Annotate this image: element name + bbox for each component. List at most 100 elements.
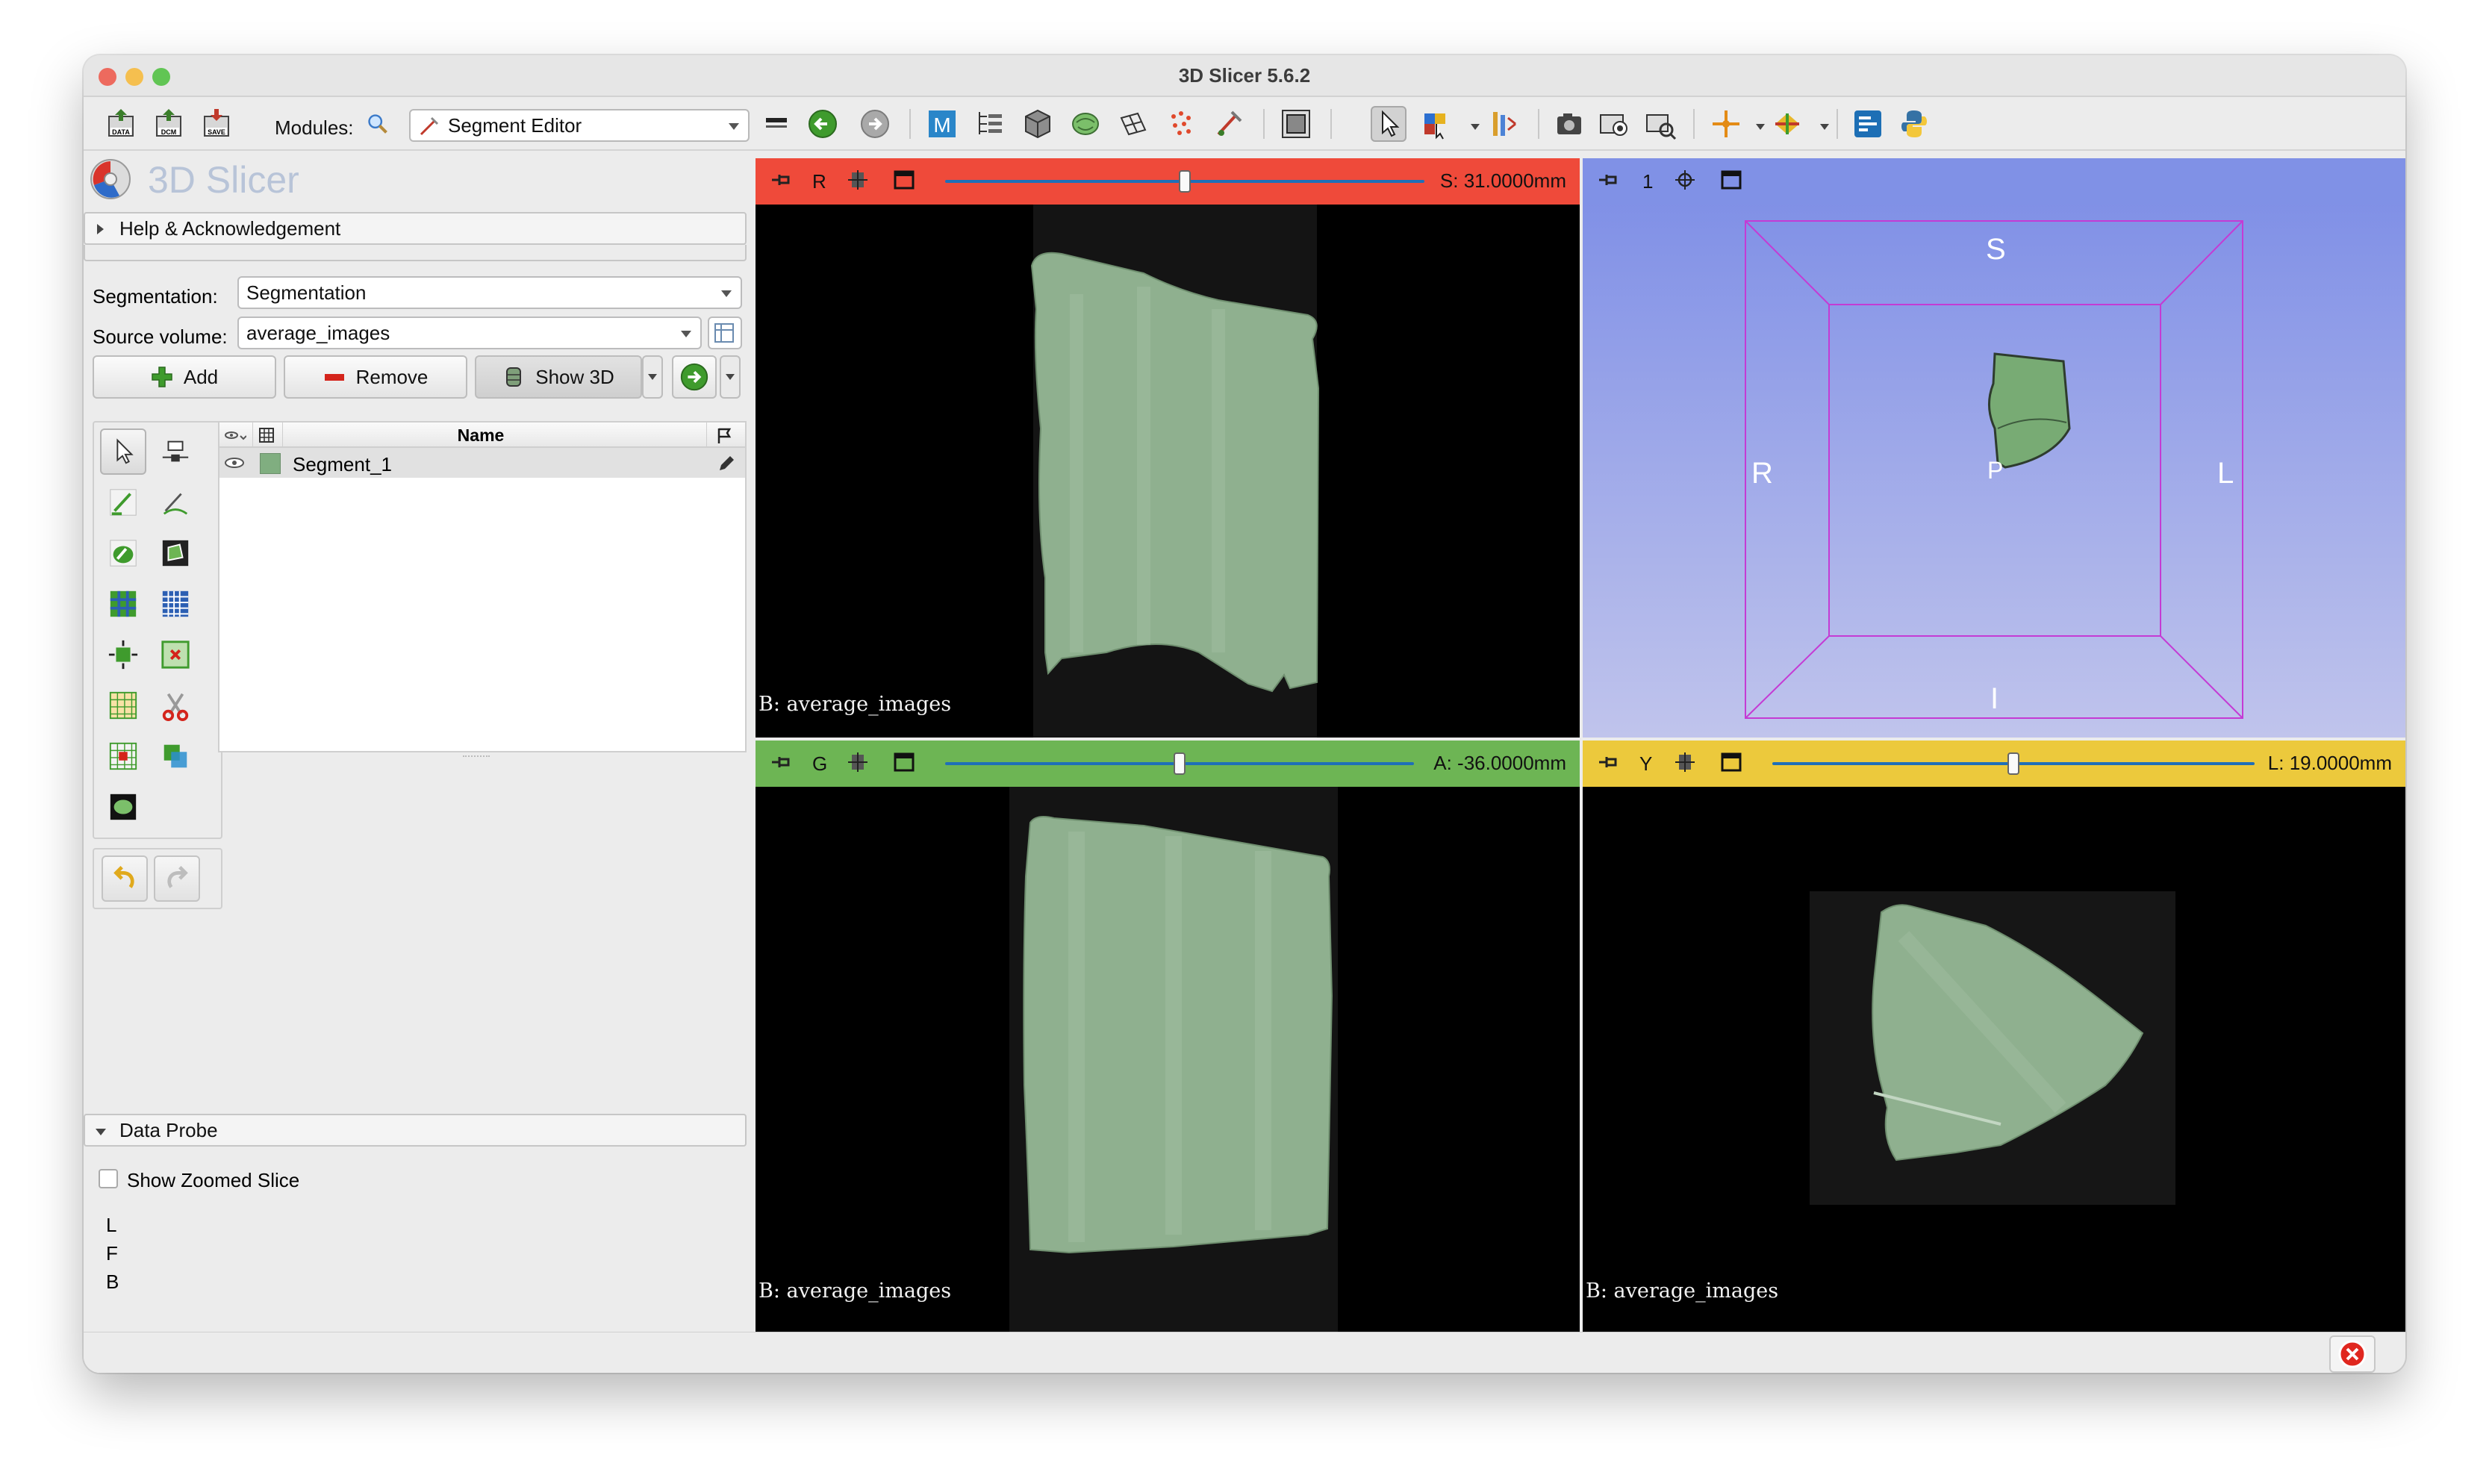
- red-slider-thumb[interactable]: [1179, 170, 1191, 193]
- link-icon[interactable]: [847, 169, 869, 191]
- save-button[interactable]: SAVE: [199, 106, 234, 142]
- maximize-view-icon[interactable]: [1720, 751, 1742, 773]
- effect-threshold-button[interactable]: [152, 428, 199, 475]
- effect-mask-volume-button[interactable]: [100, 784, 146, 830]
- transforms-module-button[interactable]: [1115, 106, 1151, 142]
- effect-grow-from-seeds-button[interactable]: [100, 581, 146, 627]
- python-console-button[interactable]: [1896, 106, 1932, 142]
- view-toggle-button[interactable]: [1486, 106, 1521, 142]
- scene-view-button[interactable]: [1642, 106, 1678, 142]
- effect-none-button[interactable]: [100, 428, 146, 475]
- effect-logical-operators-button[interactable]: [152, 733, 199, 779]
- color-header-icon[interactable]: [258, 427, 275, 443]
- show-3d-options-button[interactable]: [642, 355, 663, 399]
- link-icon[interactable]: [1674, 751, 1696, 773]
- data-probe-section[interactable]: Data Probe: [84, 1114, 747, 1147]
- chevron-down-icon: [648, 374, 657, 380]
- pin-icon[interactable]: [1598, 751, 1620, 773]
- resize-handle[interactable]: [463, 755, 490, 758]
- effect-fill-between-slices-button[interactable]: [152, 581, 199, 627]
- segmentations-module-button[interactable]: [672, 355, 717, 399]
- effect-smoothing-button[interactable]: [100, 682, 146, 729]
- segment-editor-icon: [420, 116, 439, 136]
- green-slice-view[interactable]: G A: -36.0000mm B: average_images: [756, 741, 1580, 1332]
- add-segment-button[interactable]: Add: [93, 355, 276, 399]
- yellow-slider-thumb[interactable]: [2007, 752, 2019, 775]
- flag-icon[interactable]: [715, 427, 733, 445]
- module-search-icon[interactable]: [364, 106, 391, 142]
- show-3d-button[interactable]: Show 3D: [475, 355, 642, 399]
- previous-module-button[interactable]: [805, 106, 841, 142]
- table-row[interactable]: Segment_1: [219, 448, 745, 478]
- maximize-view-icon[interactable]: [1720, 169, 1742, 191]
- crosshair-button[interactable]: [1708, 106, 1744, 142]
- threed-view[interactable]: 1 S R L P I: [1583, 158, 2405, 738]
- module-selector[interactable]: Segment Editor: [409, 109, 750, 142]
- undo-button[interactable]: [102, 855, 148, 902]
- effect-islands-button[interactable]: [100, 733, 146, 779]
- markups-points-button[interactable]: [1163, 106, 1199, 142]
- effect-hollow-button[interactable]: [152, 632, 199, 678]
- segment-name[interactable]: Segment_1: [293, 453, 392, 476]
- effect-margin-button[interactable]: [100, 632, 146, 678]
- slice-intersections-button[interactable]: [1769, 106, 1805, 142]
- link-icon[interactable]: [847, 751, 869, 773]
- crosshair-chevron-icon[interactable]: [1756, 124, 1765, 130]
- extensions-manager-button[interactable]: [1850, 106, 1886, 142]
- yellow-slice-view[interactable]: Y L: 19.0000mm B: average_images: [1583, 741, 2405, 1332]
- models-module-button[interactable]: [1068, 106, 1103, 142]
- effect-draw-button[interactable]: [152, 479, 199, 526]
- red-slice-view[interactable]: R S: 31.0000mm B: average_images: [756, 158, 1580, 738]
- error-log-button[interactable]: [2329, 1335, 2376, 1373]
- load-data-button[interactable]: DATA: [103, 106, 139, 142]
- maximize-view-icon[interactable]: [893, 751, 915, 773]
- green-slice-slider[interactable]: [945, 752, 1414, 775]
- pin-icon[interactable]: [1598, 169, 1620, 191]
- redo-icon: [167, 866, 188, 888]
- help-acknowledgement-section[interactable]: Help & Acknowledgement: [84, 212, 747, 245]
- redo-button[interactable]: [154, 855, 200, 902]
- data-module-button[interactable]: [972, 106, 1008, 142]
- show-zoomed-slice-checkbox[interactable]: [99, 1169, 118, 1188]
- segmentations-options-button[interactable]: [720, 355, 741, 399]
- pin-icon[interactable]: [770, 751, 793, 773]
- green-slider-thumb[interactable]: [1174, 752, 1186, 775]
- toolbar-divider: [1693, 109, 1695, 139]
- effect-erase-button[interactable]: [100, 530, 146, 576]
- load-dicom-button[interactable]: DCM: [151, 106, 187, 142]
- center-view-icon[interactable]: [1674, 169, 1696, 191]
- source-volume-label: Source volume:: [93, 325, 228, 348]
- green-view-caption: B: average_images: [758, 1279, 952, 1303]
- mouse-mode-button[interactable]: [1371, 106, 1407, 142]
- red-slice-slider[interactable]: [945, 170, 1424, 193]
- source-volume-options-button[interactable]: [708, 317, 742, 349]
- yellow-slice-slider[interactable]: [1772, 752, 2255, 775]
- effect-paint-button[interactable]: [100, 479, 146, 526]
- pin-icon[interactable]: [770, 169, 793, 191]
- place-mode-button[interactable]: [1418, 106, 1454, 142]
- layout-button[interactable]: [1278, 106, 1314, 142]
- visibility-header-icon[interactable]: [224, 428, 246, 442]
- intersections-chevron-icon[interactable]: [1820, 124, 1829, 130]
- capture-views-button[interactable]: [1596, 106, 1632, 142]
- segment-color-swatch[interactable]: [260, 453, 281, 474]
- next-module-button[interactable]: [857, 106, 893, 142]
- segment-editor-button[interactable]: [1211, 106, 1247, 142]
- screenshot-button[interactable]: [1551, 106, 1587, 142]
- eye-icon[interactable]: [224, 457, 245, 469]
- markups-module-button[interactable]: M: [924, 106, 960, 142]
- orient-posterior: P: [1987, 457, 2004, 484]
- source-volume-selector[interactable]: average_images: [237, 317, 702, 349]
- maximize-view-icon[interactable]: [893, 169, 915, 191]
- name-column-header[interactable]: Name: [287, 425, 675, 446]
- red-view-caption: B: average_images: [758, 693, 952, 716]
- effect-level-tracing-button[interactable]: [152, 530, 199, 576]
- volumes-module-button[interactable]: [1020, 106, 1056, 142]
- remove-segment-button[interactable]: Remove: [284, 355, 467, 399]
- place-mode-chevron-icon[interactable]: [1471, 124, 1480, 130]
- module-history-button[interactable]: [760, 106, 796, 142]
- segmentation-selector[interactable]: Segmentation: [237, 276, 742, 309]
- pencil-icon[interactable]: [717, 454, 736, 473]
- effect-scissors-button[interactable]: [152, 682, 199, 729]
- crosshair-icon: [1713, 110, 1739, 137]
